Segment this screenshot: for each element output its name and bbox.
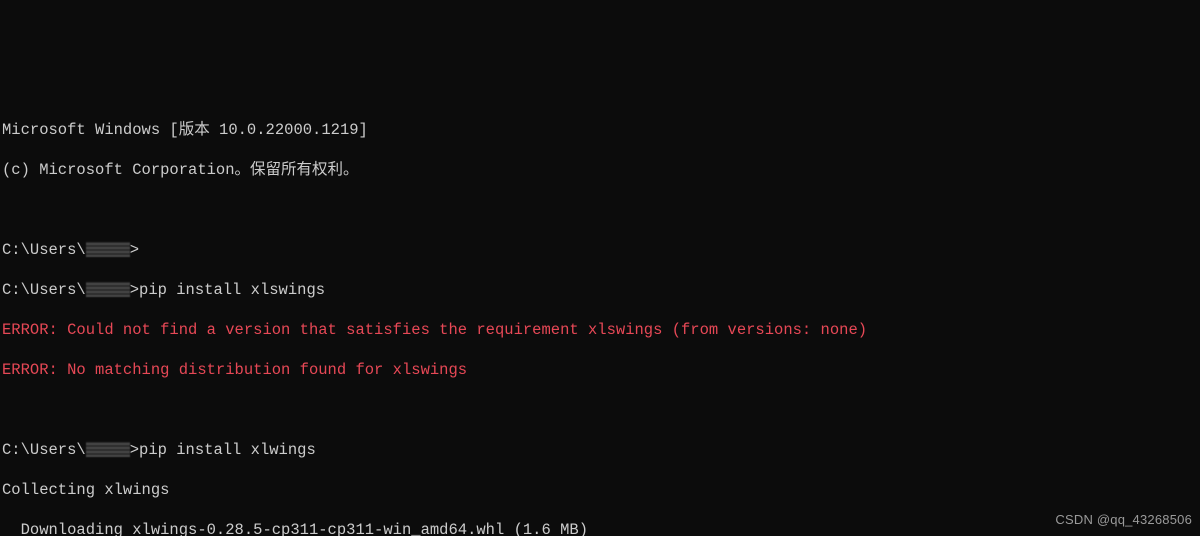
command-text: pip install xlswings — [139, 281, 325, 299]
terminal[interactable]: Microsoft Windows [版本 10.0.22000.1219] (… — [0, 100, 1200, 536]
blank — [2, 400, 1198, 420]
prompt-prefix: C:\Users\ — [2, 441, 86, 459]
collecting-xlwings: Collecting xlwings — [2, 480, 1198, 500]
downloading-xlwings: Downloading xlwings-0.28.5-cp311-cp311-w… — [2, 520, 1198, 536]
banner-line-2: (c) Microsoft Corporation。保留所有权利。 — [2, 160, 1198, 180]
blank — [2, 200, 1198, 220]
prompt-gt: > — [130, 441, 139, 459]
error-line-1: ERROR: Could not find a version that sat… — [2, 320, 1198, 340]
banner-line-1: Microsoft Windows [版本 10.0.22000.1219] — [2, 120, 1198, 140]
prompt-empty[interactable]: C:\Users\ > — [2, 240, 1198, 260]
command-text: pip install xlwings — [139, 441, 316, 459]
prompt-prefix: C:\Users\ — [2, 241, 86, 259]
redacted-username — [86, 442, 130, 457]
redacted-username — [86, 282, 130, 297]
redacted-username — [86, 242, 130, 257]
prompt-gt: > — [130, 241, 139, 259]
watermark: CSDN @qq_43268506 — [1055, 510, 1192, 530]
prompt-install[interactable]: C:\Users\ >pip install xlwings — [2, 440, 1198, 460]
error-line-2: ERROR: No matching distribution found fo… — [2, 360, 1198, 380]
prompt-prefix: C:\Users\ — [2, 281, 86, 299]
prompt-typo[interactable]: C:\Users\ >pip install xlswings — [2, 280, 1198, 300]
prompt-gt: > — [130, 281, 139, 299]
